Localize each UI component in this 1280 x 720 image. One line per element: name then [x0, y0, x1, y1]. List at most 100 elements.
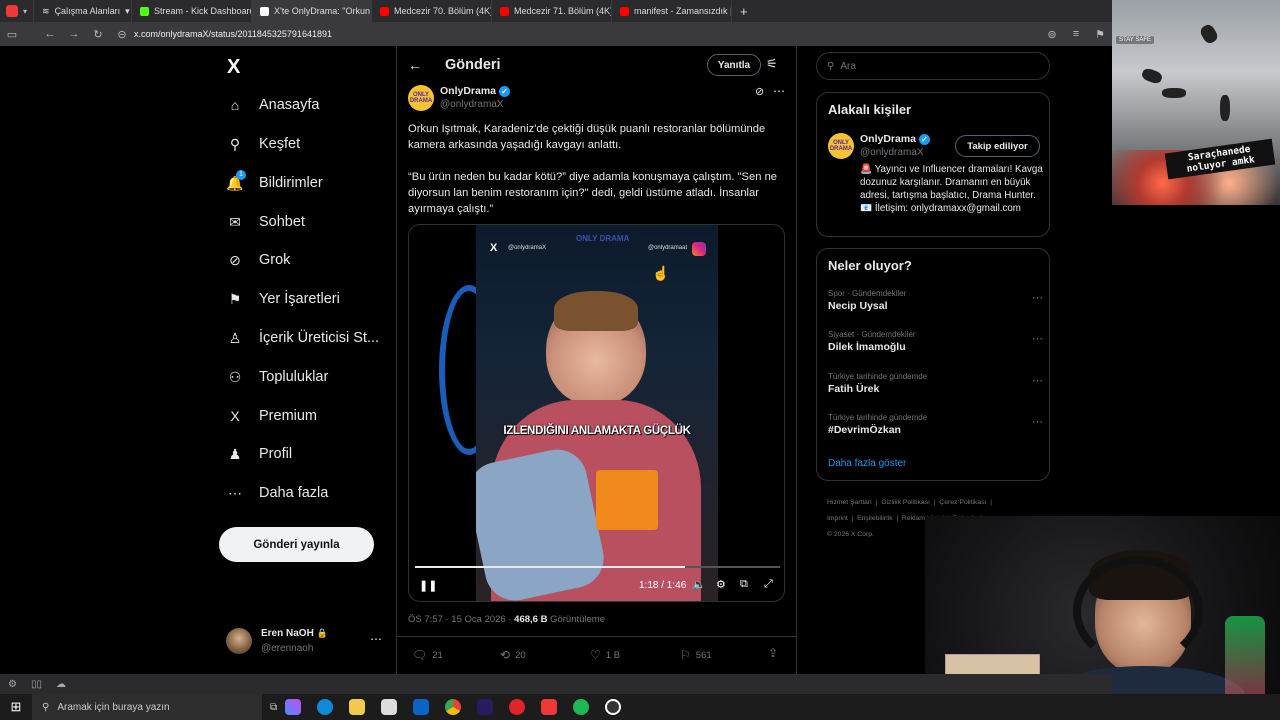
more-circle-icon: ⋯: [228, 484, 242, 501]
panel-toggle-icon[interactable]: ▭: [0, 28, 24, 41]
trend-item[interactable]: Siyaset · Gündemdekiler Dilek İmamoğlu ⋯: [828, 330, 1043, 366]
nav-item-creator[interactable]: ♙ İçerik Üreticisi St...: [226, 329, 379, 347]
settings-gear-icon[interactable]: ⚙: [716, 578, 726, 591]
following-button[interactable]: Takip ediliyor: [955, 135, 1040, 157]
browser-menu-button[interactable]: ▾: [0, 0, 35, 22]
youtube-icon: [500, 6, 510, 16]
more-dots-icon[interactable]: ⋯: [1032, 291, 1043, 304]
tab-kick-dashboard[interactable]: Stream - Kick Dashboard: [132, 0, 253, 22]
pip-icon[interactable]: ⧉: [740, 578, 748, 591]
trend-context: Türkiye tarihinde gündemde: [828, 372, 928, 381]
copilot-icon[interactable]: [285, 699, 302, 715]
reply-button[interactable]: 🗨 21: [412, 648, 443, 662]
cloud-icon[interactable]: ☁: [56, 679, 66, 690]
tab-medcezir-70[interactable]: Medcezir 70. Bölüm (4K) -: [372, 0, 493, 22]
tab-workspaces[interactable]: ≋ Çalışma Alanları ▾: [34, 0, 133, 22]
chevron-down-icon: ▾: [125, 5, 130, 16]
pause-icon[interactable]: ❚❚: [419, 579, 437, 592]
opera-icon[interactable]: [509, 699, 526, 715]
address-bar: ▭ ← → ↻ ⊝ x.com/onlydramaX/status/201184…: [0, 22, 1112, 46]
figure: [1198, 22, 1220, 46]
store-icon[interactable]: [381, 699, 398, 715]
tab-x-onlydrama[interactable]: X'te OnlyDrama: "Orkun Işı: [252, 0, 373, 22]
taskbar-search[interactable]: ⚲ Aramak için buraya yazın: [32, 694, 262, 720]
vivaldi-icon: [6, 5, 18, 17]
retweet-button[interactable]: ⟲ 20: [500, 648, 526, 662]
file-explorer-icon[interactable]: [349, 699, 366, 715]
nav-item-mail[interactable]: ✉ Sohbet: [226, 213, 305, 231]
nav-item-more-circle[interactable]: ⋯ Daha fazla: [226, 484, 328, 502]
nav-item-label: Keşfet: [259, 136, 301, 152]
footer-links-1[interactable]: Hizmet Şartları | Gizlilik Politikası | …: [827, 495, 1057, 511]
onlydrama-avatar[interactable]: ONLY DRAMA: [828, 133, 854, 159]
windows-start-icon[interactable]: ⊞: [0, 699, 32, 715]
volume-icon[interactable]: 🔈: [692, 578, 706, 591]
bell-icon: 🔔 1: [226, 170, 246, 192]
back-arrow-icon[interactable]: ←: [408, 57, 422, 73]
forward-icon[interactable]: →: [62, 28, 86, 40]
nav-item-x-premium[interactable]: X Premium: [226, 407, 317, 425]
x-logo-icon[interactable]: X: [227, 56, 240, 79]
trend-item[interactable]: Türkiye tarihinde gündemde Fatih Ürek ⋯: [828, 372, 1043, 408]
trend-item[interactable]: Türkiye tarihinde gündemde #DevrimÖzkan ⋯: [828, 413, 1043, 449]
more-dots-icon[interactable]: ⋯: [1032, 415, 1043, 428]
youtube-icon: [380, 6, 390, 16]
author-handle[interactable]: @onlydramaX: [440, 99, 504, 110]
tab-medcezir-71[interactable]: Medcezir 71. Bölüm (4K) -: [492, 0, 613, 22]
sliders-icon[interactable]: ⚟: [766, 56, 778, 72]
bookmark-button[interactable]: ⚐ 561: [680, 648, 712, 662]
more-dots-icon[interactable]: ⋯: [370, 632, 382, 646]
nav-item-bell[interactable]: 🔔 1 Bildirimler: [226, 170, 323, 192]
instagram-icon: [692, 242, 706, 256]
nav-item-grok[interactable]: ⊘ Grok: [226, 251, 290, 269]
reader-icon[interactable]: ≡: [1064, 28, 1088, 40]
bookmark-page-icon[interactable]: ⚑: [1088, 28, 1112, 41]
chrome-icon[interactable]: [445, 699, 462, 715]
tweet-timestamp[interactable]: ÖS 7:57 · 15 Oca 2026 ·: [408, 614, 512, 625]
like-button[interactable]: ♡ 1 B: [590, 648, 620, 662]
url-field[interactable]: x.com/onlydramaX/status/2011845325791641…: [134, 29, 1040, 39]
new-tab-button[interactable]: +: [732, 0, 756, 22]
show-more-link[interactable]: Daha fazla göster: [828, 458, 906, 469]
author-name[interactable]: OnlyDrama: [440, 85, 496, 97]
grok-icon[interactable]: ⊘: [755, 85, 764, 98]
account-switcher[interactable]: Eren NaOH 🔒 @erennaoh ⋯: [226, 626, 386, 656]
reload-icon[interactable]: ↻: [86, 28, 110, 41]
nav-item-search[interactable]: ⚲ Keşfet: [226, 135, 300, 153]
tiling-icon[interactable]: ▯▯: [31, 679, 42, 690]
fullscreen-icon[interactable]: ⤢: [764, 578, 773, 591]
view-label: Görüntüleme: [550, 614, 605, 625]
site-info-icon[interactable]: ⊝: [110, 28, 134, 41]
nav-item-profile[interactable]: ♟ Profil: [226, 445, 292, 463]
reply-icon: 🗨: [412, 648, 428, 662]
more-dots-icon[interactable]: ⋯: [773, 84, 785, 98]
settings-gear-icon[interactable]: ⚙: [8, 679, 17, 690]
back-icon[interactable]: ←: [38, 28, 62, 40]
onlydrama-avatar[interactable]: ONLY DRAMA: [408, 85, 434, 111]
share-icon[interactable]: ⇪: [768, 646, 778, 660]
vivaldi-icon[interactable]: [541, 699, 558, 715]
premiere-icon[interactable]: [477, 699, 494, 715]
edge-icon[interactable]: [317, 699, 334, 715]
related-handle[interactable]: @onlydramaX: [860, 147, 924, 158]
video-player[interactable]: X @onlydramaX ONLY DRAMA @onlydramaat IZ…: [408, 224, 785, 602]
broadcast-icon[interactable]: ⊚: [1040, 28, 1064, 41]
trend-item[interactable]: Spor · Gündemdekiler Necip Uysal ⋯: [828, 289, 1043, 325]
tab-manifest[interactable]: manifest - Zamansızdık | O: [612, 0, 733, 22]
related-name[interactable]: OnlyDrama: [860, 133, 916, 145]
post-button[interactable]: Gönderi yayınla: [219, 527, 374, 562]
reply-header-button[interactable]: Yanıtla: [707, 54, 761, 76]
person-hair: [554, 291, 638, 331]
more-dots-icon[interactable]: ⋯: [1032, 332, 1043, 345]
more-dots-icon[interactable]: ⋯: [1032, 374, 1043, 387]
outlook-icon[interactable]: [413, 699, 430, 715]
search-input[interactable]: ⚲ Ara: [816, 52, 1050, 80]
progress-track[interactable]: [415, 566, 780, 568]
nav-item-bookmark[interactable]: ⚑ Yer İşaretleri: [226, 290, 340, 308]
divider: [397, 636, 796, 637]
task-view-icon[interactable]: ⧉: [270, 702, 277, 713]
obs-icon[interactable]: [605, 699, 622, 715]
nav-item-communities[interactable]: ⚇ Topluluklar: [226, 368, 329, 386]
spotify-icon[interactable]: [573, 699, 590, 715]
nav-item-home[interactable]: ⌂ Anasayfa: [226, 96, 320, 114]
